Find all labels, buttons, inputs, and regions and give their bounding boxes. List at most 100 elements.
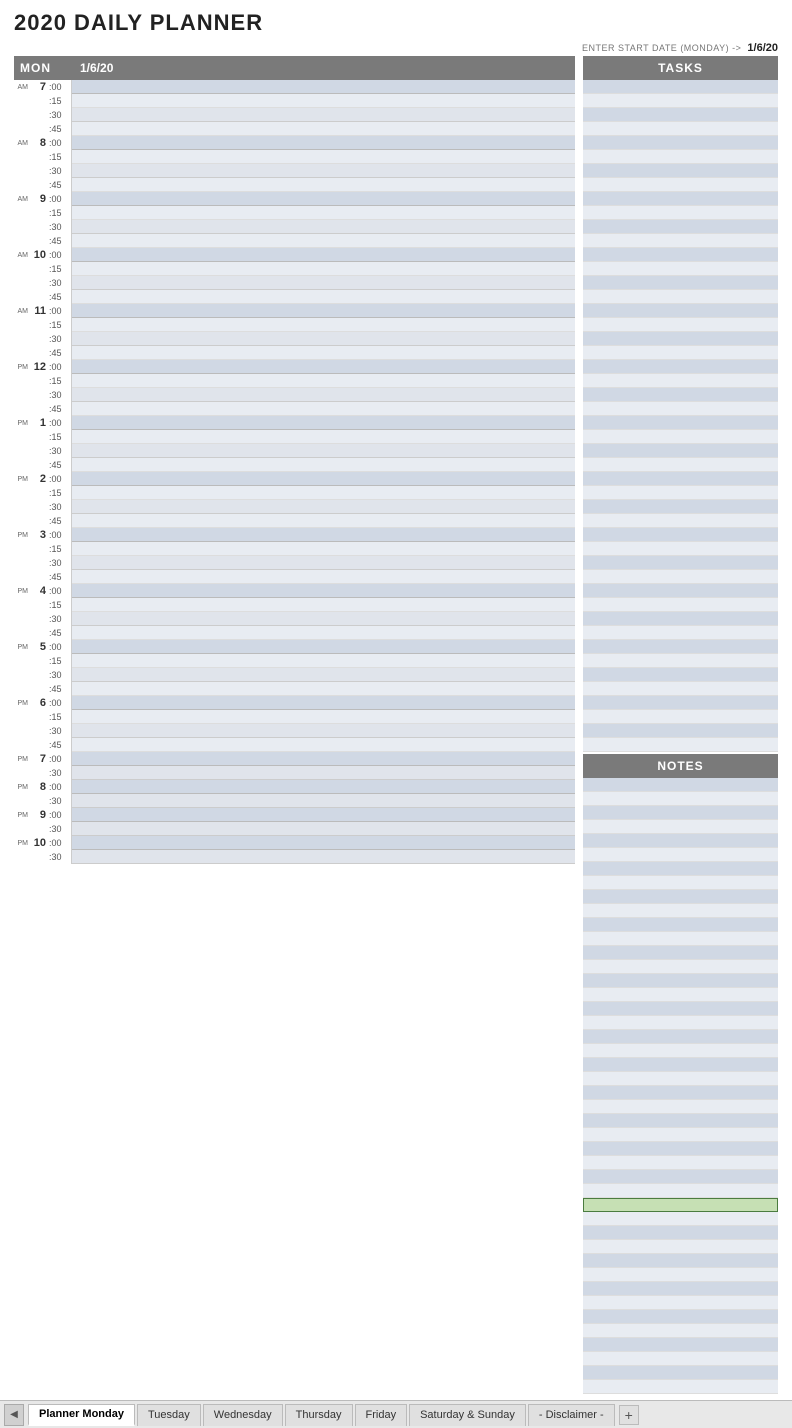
note-row[interactable] bbox=[583, 1338, 778, 1352]
note-row[interactable] bbox=[583, 834, 778, 848]
task-row[interactable] bbox=[583, 500, 778, 514]
time-slot[interactable] bbox=[72, 206, 575, 220]
note-row[interactable] bbox=[583, 1086, 778, 1100]
time-slot[interactable] bbox=[72, 94, 575, 108]
time-slot[interactable] bbox=[72, 542, 575, 556]
time-slot[interactable] bbox=[72, 458, 575, 472]
note-row[interactable] bbox=[583, 960, 778, 974]
time-slot[interactable] bbox=[72, 654, 575, 668]
time-slot[interactable] bbox=[72, 150, 575, 164]
note-row[interactable] bbox=[583, 1002, 778, 1016]
time-slot[interactable] bbox=[72, 794, 575, 808]
tab-saturday--sunday[interactable]: Saturday & Sunday bbox=[409, 1404, 526, 1426]
note-row[interactable] bbox=[583, 1240, 778, 1254]
task-row[interactable] bbox=[583, 556, 778, 570]
note-row[interactable] bbox=[583, 1044, 778, 1058]
note-row[interactable] bbox=[583, 988, 778, 1002]
time-slot[interactable] bbox=[72, 668, 575, 682]
tab-prev-btn[interactable]: ◀ bbox=[4, 1404, 24, 1426]
time-slot[interactable] bbox=[72, 332, 575, 346]
time-slot[interactable] bbox=[72, 710, 575, 724]
task-row[interactable] bbox=[583, 346, 778, 360]
time-slot[interactable] bbox=[72, 304, 575, 318]
note-row[interactable] bbox=[583, 1296, 778, 1310]
task-row[interactable] bbox=[583, 584, 778, 598]
tab-wednesday[interactable]: Wednesday bbox=[203, 1404, 283, 1426]
task-row[interactable] bbox=[583, 542, 778, 556]
tab-planner-monday[interactable]: Planner Monday bbox=[28, 1404, 135, 1426]
task-row[interactable] bbox=[583, 402, 778, 416]
note-row[interactable] bbox=[583, 1170, 778, 1184]
time-slot[interactable] bbox=[72, 122, 575, 136]
note-row[interactable] bbox=[583, 778, 778, 792]
task-row[interactable] bbox=[583, 570, 778, 584]
task-row[interactable] bbox=[583, 472, 778, 486]
time-slot[interactable] bbox=[72, 724, 575, 738]
task-row[interactable] bbox=[583, 80, 778, 94]
time-slot[interactable] bbox=[72, 850, 575, 864]
note-row[interactable] bbox=[583, 890, 778, 904]
task-row[interactable] bbox=[583, 276, 778, 290]
time-slot[interactable] bbox=[72, 360, 575, 374]
task-row[interactable] bbox=[583, 94, 778, 108]
note-row[interactable] bbox=[583, 1198, 778, 1212]
task-row[interactable] bbox=[583, 304, 778, 318]
task-row[interactable] bbox=[583, 374, 778, 388]
note-row[interactable] bbox=[583, 820, 778, 834]
note-row[interactable] bbox=[583, 946, 778, 960]
note-row[interactable] bbox=[583, 1268, 778, 1282]
time-slot[interactable] bbox=[72, 234, 575, 248]
task-row[interactable] bbox=[583, 626, 778, 640]
time-slot[interactable] bbox=[72, 612, 575, 626]
task-row[interactable] bbox=[583, 234, 778, 248]
tab---disclaimer--[interactable]: - Disclaimer - bbox=[528, 1404, 615, 1426]
task-row[interactable] bbox=[583, 136, 778, 150]
note-row[interactable] bbox=[583, 862, 778, 876]
task-row[interactable] bbox=[583, 682, 778, 696]
time-slot[interactable] bbox=[72, 486, 575, 500]
note-row[interactable] bbox=[583, 1114, 778, 1128]
time-slot[interactable] bbox=[72, 248, 575, 262]
task-row[interactable] bbox=[583, 108, 778, 122]
note-row[interactable] bbox=[583, 1058, 778, 1072]
time-slot[interactable] bbox=[72, 738, 575, 752]
task-row[interactable] bbox=[583, 738, 778, 752]
time-slot[interactable] bbox=[72, 584, 575, 598]
time-slot[interactable] bbox=[72, 416, 575, 430]
note-row[interactable] bbox=[583, 918, 778, 932]
note-row[interactable] bbox=[583, 1212, 778, 1226]
time-slot[interactable] bbox=[72, 108, 575, 122]
note-row[interactable] bbox=[583, 974, 778, 988]
task-row[interactable] bbox=[583, 640, 778, 654]
task-row[interactable] bbox=[583, 612, 778, 626]
task-row[interactable] bbox=[583, 220, 778, 234]
time-slot[interactable] bbox=[72, 374, 575, 388]
note-row[interactable] bbox=[583, 1310, 778, 1324]
time-slot[interactable] bbox=[72, 822, 575, 836]
task-row[interactable] bbox=[583, 654, 778, 668]
note-row[interactable] bbox=[583, 1100, 778, 1114]
time-slot[interactable] bbox=[72, 598, 575, 612]
time-slot[interactable] bbox=[72, 570, 575, 584]
task-row[interactable] bbox=[583, 262, 778, 276]
task-row[interactable] bbox=[583, 388, 778, 402]
task-row[interactable] bbox=[583, 164, 778, 178]
time-slot[interactable] bbox=[72, 136, 575, 150]
note-row[interactable] bbox=[583, 1072, 778, 1086]
task-row[interactable] bbox=[583, 724, 778, 738]
time-slot[interactable] bbox=[72, 290, 575, 304]
time-slot[interactable] bbox=[72, 640, 575, 654]
note-row[interactable] bbox=[583, 806, 778, 820]
tab-tuesday[interactable]: Tuesday bbox=[137, 1404, 201, 1426]
task-row[interactable] bbox=[583, 206, 778, 220]
task-row[interactable] bbox=[583, 178, 778, 192]
time-slot[interactable] bbox=[72, 178, 575, 192]
task-row[interactable] bbox=[583, 444, 778, 458]
note-row[interactable] bbox=[583, 1254, 778, 1268]
note-row[interactable] bbox=[583, 932, 778, 946]
task-row[interactable] bbox=[583, 430, 778, 444]
note-row[interactable] bbox=[583, 1282, 778, 1296]
note-row[interactable] bbox=[583, 1156, 778, 1170]
note-row[interactable] bbox=[583, 1184, 778, 1198]
time-slot[interactable] bbox=[72, 192, 575, 206]
